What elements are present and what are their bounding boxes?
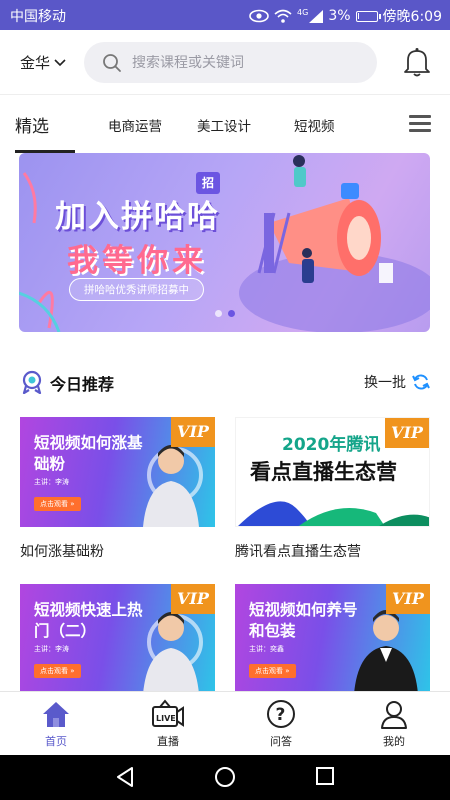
nav-label: 直播 [157, 735, 179, 748]
home-icon [43, 702, 69, 727]
thumbnail-title: 短视频如何养号和包装 [249, 601, 358, 640]
banner-title-line1: 加入拼哈哈 [55, 199, 220, 235]
course-thumbnail: VIP 短视频快速上热门（二） 主讲：李涛 点击观看 » [20, 584, 215, 694]
banner-subtitle: 拼哈哈优秀讲师招募中 [69, 278, 204, 301]
nav-qa[interactable]: ? 问答 [241, 698, 321, 749]
live-icon: LIVE [152, 699, 184, 727]
course-card[interactable]: VIP 短视频快速上热门（二） 主讲：李涛 点击观看 » [20, 584, 215, 694]
thumbnail-host: 主讲：李涛 [34, 478, 69, 486]
question-icon: ? [267, 700, 295, 728]
bell-icon[interactable] [403, 47, 431, 77]
nav-profile[interactable]: 我的 [354, 698, 434, 749]
battery-percent: 3% [328, 8, 351, 24]
network-type: 4G [297, 7, 309, 17]
tab-ecommerce[interactable]: 电商运营 [108, 115, 162, 135]
refresh-icon [412, 374, 430, 390]
nav-label: 首页 [45, 735, 67, 748]
eye-icon [249, 9, 269, 23]
system-navigation-bar [0, 755, 450, 800]
svg-text:LIVE: LIVE [156, 714, 176, 723]
chevron-down-icon [54, 58, 66, 66]
course-thumbnail: VIP 短视频如何养号和包装 主讲：奕鑫 点击观看 » [235, 584, 430, 694]
thumbnail-watch-button: 点击观看 » [249, 664, 296, 678]
course-title: 腾讯看点直播生态营 [235, 544, 361, 560]
battery-icon [355, 10, 381, 22]
tab-design[interactable]: 美工设计 [197, 115, 251, 135]
refresh-button[interactable]: 换一批 [364, 372, 430, 392]
carousel-dots [215, 310, 235, 317]
home-circle-icon[interactable] [214, 766, 236, 788]
status-bar: 中国移动 4G 3% 傍晚6:09 [0, 0, 450, 30]
thumbnail-watch-button: 点击观看 » [34, 497, 81, 511]
course-thumbnail: VIP 短视频如何涨基础粉 主讲：李涛 点击观看 » [20, 417, 215, 527]
refresh-label: 换一批 [364, 375, 406, 391]
vip-badge: VIP [171, 584, 215, 614]
thumbnail-host: 主讲：李涛 [34, 645, 69, 653]
thumbnail-title: 短视频如何涨基础粉 [34, 434, 143, 473]
nav-home[interactable]: 首页 [16, 698, 96, 749]
thumbnail-title: 短视频快速上热门（二） [34, 601, 143, 640]
recommend-section-header: 今日推荐 换一批 [20, 367, 430, 397]
user-icon [381, 701, 407, 729]
thumbnail-subtitle: 看点直播生态营 [250, 460, 397, 484]
vip-badge: VIP [171, 417, 215, 447]
section-title: 今日推荐 [50, 375, 115, 394]
vip-badge: VIP [386, 584, 430, 614]
back-icon[interactable] [114, 766, 136, 788]
carrier-name: 中国移动 [10, 9, 66, 25]
status-icons: 4G 3% 傍晚6:09 [249, 6, 442, 26]
promo-banner[interactable]: 招 加入拼哈哈 我等你来 拼哈哈优秀讲师招募中 [19, 153, 430, 332]
search-bar[interactable] [84, 42, 377, 83]
thumbnail-host: 主讲：奕鑫 [249, 645, 284, 653]
wifi-icon [274, 9, 292, 23]
course-card[interactable]: VIP 短视频如何养号和包装 主讲：奕鑫 点击观看 » [235, 584, 430, 694]
tab-short-video[interactable]: 短视频 [294, 115, 335, 135]
banner-title-line2: 我等你来 [67, 243, 207, 279]
nav-label: 问答 [270, 735, 292, 748]
course-title: 如何涨基础粉 [20, 544, 104, 560]
vip-badge: VIP [385, 418, 429, 448]
nav-label: 我的 [383, 735, 405, 748]
course-card[interactable]: VIP 2020年腾讯 看点直播生态营 腾讯看点直播生态营 [235, 417, 430, 561]
city-label: 金华 [20, 54, 51, 72]
carousel-dot[interactable] [215, 310, 222, 317]
clock: 傍晚6:09 [382, 9, 442, 25]
course-card[interactable]: VIP 短视频如何涨基础粉 主讲：李涛 点击观看 » 如何涨基础粉 [20, 417, 215, 561]
tab-featured[interactable]: 精选 [15, 112, 49, 137]
city-selector[interactable]: 金华 [20, 52, 66, 73]
thumbnail-watch-button: 点击观看 » [34, 664, 81, 678]
search-icon [103, 53, 121, 72]
recents-icon[interactable] [315, 766, 335, 786]
nav-live[interactable]: LIVE 直播 [128, 698, 208, 749]
app-header: 金华 [0, 30, 450, 94]
search-input[interactable] [132, 54, 352, 71]
bottom-navigation: 首页 LIVE 直播 ? 问答 我的 [0, 691, 450, 755]
course-thumbnail: VIP 2020年腾讯 看点直播生态营 [235, 417, 430, 527]
svg-text:?: ? [276, 705, 286, 725]
menu-icon[interactable] [409, 115, 431, 136]
category-tabs: 精选 电商运营 美工设计 短视频 [0, 94, 450, 153]
carousel-dot-active[interactable] [228, 310, 235, 317]
signal-icon [309, 9, 324, 23]
badge-icon [22, 370, 42, 394]
thumbnail-title: 2020年腾讯 [282, 435, 381, 455]
